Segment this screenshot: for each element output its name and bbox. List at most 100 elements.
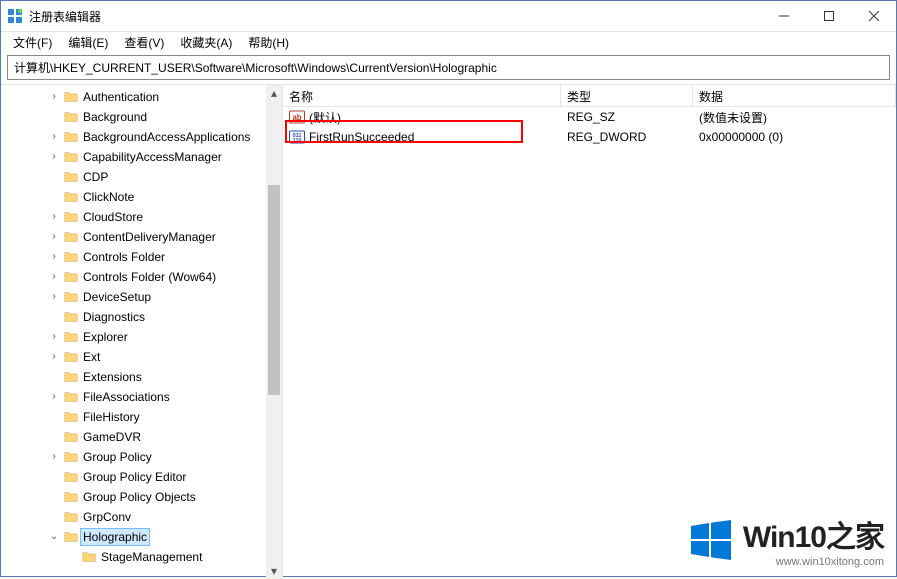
tree-item[interactable]: ›Group Policy <box>3 447 282 467</box>
value-type: REG_DWORD <box>561 130 693 144</box>
tree-item[interactable]: CDP <box>3 167 282 187</box>
tree-item[interactable]: GrpConv <box>3 507 282 527</box>
tree-item[interactable]: Group Policy Objects <box>3 487 282 507</box>
maximize-button[interactable] <box>806 1 851 31</box>
tree-item-label: CloudStore <box>81 209 145 225</box>
expander-icon[interactable]: › <box>47 252 61 263</box>
tree-item[interactable]: › DeviceSetup <box>3 287 282 307</box>
expander-icon[interactable]: › <box>47 392 61 403</box>
content-area: ›Authentication Background › BackgroundAcce… <box>1 84 896 579</box>
tree-item-label: DeviceSetup <box>81 289 153 305</box>
list-pane: 名称 类型 数据 (默认)REG_SZ(数值未设置)FirstRunSuccee… <box>283 85 896 579</box>
tree-item[interactable]: › Explorer <box>3 327 282 347</box>
folder-icon <box>63 210 79 224</box>
tree-item[interactable]: › Controls Folder <box>3 247 282 267</box>
tree-item-label: Ext <box>81 349 102 365</box>
expander-icon[interactable]: › <box>47 452 61 463</box>
tree-item-label: Explorer <box>81 329 130 345</box>
folder-icon <box>63 370 79 384</box>
menu-view[interactable]: 查看(V) <box>116 32 172 53</box>
tree-item-label: Controls Folder (Wow64) <box>81 269 218 285</box>
tree-item[interactable]: ›Authentication <box>3 87 282 107</box>
tree-item[interactable]: GameDVR <box>3 427 282 447</box>
folder-icon <box>63 170 79 184</box>
close-button[interactable] <box>851 1 896 31</box>
folder-icon <box>63 350 79 364</box>
folder-icon <box>63 490 79 504</box>
tree-item-label: Controls Folder <box>81 249 167 265</box>
tree-item-label: Extensions <box>81 369 144 385</box>
expander-icon[interactable]: › <box>47 352 61 363</box>
tree-item-label: FileHistory <box>81 409 142 425</box>
expander-icon[interactable]: ⌄ <box>47 531 61 543</box>
folder-icon <box>63 130 79 144</box>
folder-icon <box>63 290 79 304</box>
menu-help[interactable]: 帮助(H) <box>240 32 297 53</box>
watermark-url: www.win10xitong.com <box>743 556 884 568</box>
list-header: 名称 类型 数据 <box>283 85 896 107</box>
tree-item-label: Diagnostics <box>81 309 147 325</box>
menu-edit[interactable]: 编辑(E) <box>60 32 116 53</box>
expander-icon[interactable]: › <box>47 212 61 223</box>
folder-icon <box>63 530 79 544</box>
tree-item-label: ClickNote <box>81 189 136 205</box>
expander-icon[interactable]: › <box>47 292 61 303</box>
tree-item[interactable]: › ContentDeliveryManager <box>3 227 282 247</box>
tree-item-label: BackgroundAccessApplications <box>81 129 252 145</box>
watermark: Win10之家 www.win10xitong.com <box>689 512 884 568</box>
tree-item[interactable]: Background <box>3 107 282 127</box>
expander-icon[interactable]: › <box>47 332 61 343</box>
folder-icon <box>81 550 97 564</box>
expander-icon[interactable]: › <box>47 132 61 143</box>
folder-icon <box>63 410 79 424</box>
tree-item[interactable]: › CloudStore <box>3 207 282 227</box>
column-type[interactable]: 类型 <box>561 85 693 106</box>
scroll-thumb[interactable] <box>268 185 280 395</box>
app-icon <box>7 8 23 24</box>
window-title: 注册表编辑器 <box>29 8 761 25</box>
value-type: REG_SZ <box>561 110 693 124</box>
tree-item-label: GameDVR <box>81 429 143 445</box>
tree-item[interactable]: FileHistory <box>3 407 282 427</box>
tree-item[interactable]: › Controls Folder (Wow64) <box>3 267 282 287</box>
scroll-up-icon[interactable]: ▴ <box>266 85 282 101</box>
expander-icon[interactable]: › <box>47 272 61 283</box>
tree-item[interactable]: StageManagement <box>3 547 282 567</box>
tree-item[interactable]: Diagnostics <box>3 307 282 327</box>
titlebar: 注册表编辑器 <box>1 1 896 31</box>
minimize-button[interactable] <box>761 1 806 31</box>
tree-item-label: ContentDeliveryManager <box>81 229 218 245</box>
value-row[interactable]: (默认)REG_SZ(数值未设置) <box>283 107 896 127</box>
tree-item-label: GrpConv <box>81 509 133 525</box>
tree-item[interactable]: Group Policy Editor <box>3 467 282 487</box>
column-name[interactable]: 名称 <box>283 85 561 106</box>
tree-item-label: CDP <box>81 169 110 185</box>
menu-file[interactable]: 文件(F) <box>5 32 60 53</box>
address-bar[interactable]: 计算机\HKEY_CURRENT_USER\Software\Microsoft… <box>7 55 890 80</box>
tree-item[interactable]: ›CapabilityAccessManager <box>3 147 282 167</box>
tree-item[interactable]: ClickNote <box>3 187 282 207</box>
folder-icon <box>63 330 79 344</box>
column-data[interactable]: 数据 <box>693 85 896 106</box>
tree-item-label: Holographic <box>81 529 149 545</box>
tree-item[interactable]: ›FileAssociations <box>3 387 282 407</box>
value-row[interactable]: FirstRunSucceededREG_DWORD0x00000000 (0) <box>283 127 896 147</box>
folder-icon <box>63 110 79 124</box>
watermark-title: Win10之家 <box>743 512 884 556</box>
tree-pane: ›Authentication Background › BackgroundAcce… <box>1 85 283 579</box>
folder-icon <box>63 190 79 204</box>
tree-item[interactable]: › BackgroundAccessApplications <box>3 127 282 147</box>
expander-icon[interactable]: › <box>47 152 61 163</box>
tree-item-label: Background <box>81 109 149 125</box>
expander-icon[interactable]: › <box>47 92 61 103</box>
folder-icon <box>63 450 79 464</box>
tree-item[interactable]: ⌄ Holographic <box>3 527 282 547</box>
menu-favorites[interactable]: 收藏夹(A) <box>172 32 240 53</box>
tree-item[interactable]: › Ext <box>3 347 282 367</box>
tree-item[interactable]: Extensions <box>3 367 282 387</box>
folder-icon <box>63 430 79 444</box>
tree-scrollbar[interactable]: ▴ ▾ <box>266 85 282 579</box>
expander-icon[interactable]: › <box>47 232 61 243</box>
string-value-icon <box>289 109 305 125</box>
tree-item-label: StageManagement <box>99 549 204 565</box>
